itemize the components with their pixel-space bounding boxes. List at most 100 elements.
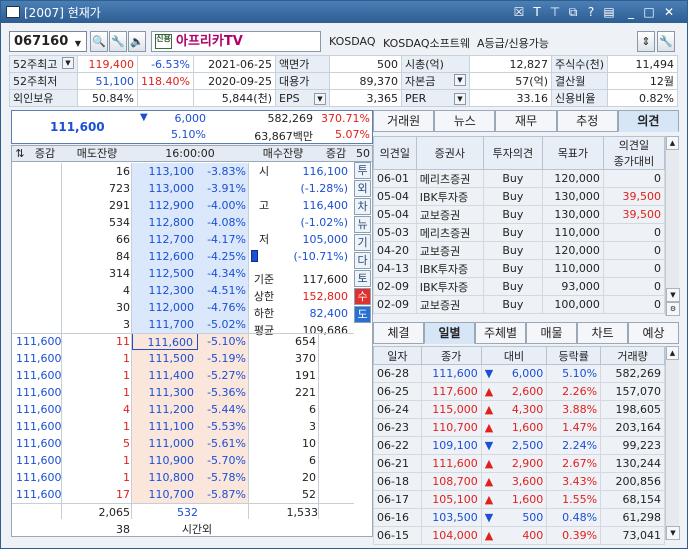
vtab-0[interactable]: 투 xyxy=(354,162,371,179)
vtab-2[interactable]: 차 xyxy=(354,198,371,215)
ask-price[interactable]: 112,300 xyxy=(132,282,198,299)
ask-price[interactable]: 111,700 xyxy=(132,316,198,333)
opinion-cell: 메리츠증권 xyxy=(415,169,484,188)
ask-price[interactable]: 113,000 xyxy=(132,180,198,197)
settings-wrench-icon[interactable]: 🔧 xyxy=(657,31,675,52)
daily-change: ▲ 3,600 xyxy=(480,472,548,491)
tab-daily-1[interactable]: 일별 xyxy=(424,322,475,344)
vtab-5[interactable]: 다 xyxy=(354,252,371,269)
search-icon[interactable]: 🔍 xyxy=(90,31,108,52)
bid-qty: 6 xyxy=(309,403,316,416)
scroll-up-icon[interactable]: ▲ xyxy=(666,346,679,360)
opinion-row[interactable]: 04-13 IBK투자증 Buy 110,000 0 xyxy=(373,259,666,278)
dropdown-icon[interactable]: ▼ xyxy=(454,74,466,86)
bid-price[interactable]: 110,700 xyxy=(132,486,198,503)
tab-daily-2[interactable]: 주체별 xyxy=(475,322,526,344)
bid-price[interactable]: 111,000 xyxy=(132,435,198,452)
tab-opinion-4[interactable]: 의견 xyxy=(617,110,680,132)
ask-price[interactable]: 112,000 xyxy=(132,299,198,316)
ask-price[interactable]: 112,500 xyxy=(132,265,198,282)
dropdown-icon[interactable]: ▼ xyxy=(454,92,466,105)
tab-opinion-2[interactable]: 재무 xyxy=(495,110,557,132)
bid-price[interactable]: 111,100 xyxy=(132,418,198,435)
ask-price[interactable]: 112,700 xyxy=(132,231,198,248)
wrench-icon[interactable]: 🔧 xyxy=(109,31,127,52)
daily-row[interactable]: 06-18 108,700 ▲ 3,600 3.43% 200,856 xyxy=(373,472,665,491)
bid-price[interactable]: 111,200 xyxy=(132,401,198,418)
dropdown-icon[interactable]: ▼ xyxy=(62,57,74,69)
daily-row[interactable]: 06-24 115,000 ▲ 4,300 3.88% 198,605 xyxy=(373,400,665,419)
tab-daily-5[interactable]: 예상 xyxy=(628,322,679,344)
bid-price[interactable]: 110,800 xyxy=(132,469,198,486)
daily-close: 111,600 xyxy=(420,364,482,383)
minimize-icon[interactable]: _ xyxy=(623,4,639,20)
text-icon[interactable]: T xyxy=(529,4,545,20)
opinion-row[interactable]: 05-04 교보증권 Buy 130,000 39,500 xyxy=(373,205,666,224)
opinion-row[interactable]: 05-04 IBK투자증 Buy 130,000 39,500 xyxy=(373,187,666,206)
tab-daily-0[interactable]: 체결 xyxy=(373,322,424,344)
daily-row[interactable]: 06-22 109,100 ▼ 2,500 2.24% 99,223 xyxy=(373,436,665,455)
volume: 582,269 xyxy=(267,112,314,125)
ask-price[interactable]: 112,600 xyxy=(132,248,198,265)
scroll-down-icon[interactable]: ▼ xyxy=(666,288,680,302)
info-value: 11,494 xyxy=(607,55,678,73)
ask-price[interactable]: 112,900 xyxy=(132,197,198,214)
opinion-scrollbar[interactable]: ▲ ▼ ⚙ xyxy=(665,136,680,316)
close-window-icon[interactable]: ✕ xyxy=(661,4,677,20)
tab-daily-4[interactable]: 차트 xyxy=(577,322,628,344)
bid-price[interactable]: 111,300 xyxy=(132,384,198,401)
opinion-row[interactable]: 02-09 교보증권 Buy 100,000 0 xyxy=(373,295,666,314)
ask-price[interactable]: 113,100 xyxy=(132,163,198,180)
opinion-row[interactable]: 05-03 메리츠증권 Buy 110,000 0 xyxy=(373,223,666,242)
daily-row[interactable]: 06-16 103,500 ▼ 500 0.48% 61,298 xyxy=(373,508,665,527)
daily-row[interactable]: 06-17 105,100 ▲ 1,600 1.55% 68,154 xyxy=(373,490,665,509)
vtab-1[interactable]: 외 xyxy=(354,180,371,197)
daily-volume: 130,244 xyxy=(600,454,665,473)
daily-row[interactable]: 06-23 110,700 ▲ 1,600 1.47% 203,164 xyxy=(373,418,665,437)
opinion-cell: 02-09 xyxy=(373,277,417,296)
daily-row[interactable]: 06-15 104,000 ▲ 400 0.39% 73,041 xyxy=(373,526,665,545)
bid-price[interactable]: 110,900 xyxy=(132,452,198,469)
ask-price[interactable]: 112,800 xyxy=(132,214,198,231)
bid-price[interactable]: 111,500 xyxy=(132,350,198,367)
popout-icon[interactable]: ⧉ xyxy=(565,4,581,20)
tab-opinion-3[interactable]: 추정 xyxy=(556,110,618,132)
scroll-updown-icon[interactable]: ⇕ xyxy=(637,31,655,52)
vtab-6[interactable]: 토 xyxy=(354,270,371,287)
toggle-icon[interactable]: ⇅ xyxy=(12,146,28,162)
maximize-icon[interactable]: □ xyxy=(641,4,657,20)
tab-opinion-1[interactable]: 뉴스 xyxy=(434,110,496,132)
scroll-settings-icon[interactable]: ⚙ xyxy=(666,302,680,316)
help-icon[interactable]: ? xyxy=(583,4,599,20)
daily-scrollbar[interactable]: ▲ ▼ xyxy=(665,346,680,540)
opinion-row[interactable]: 02-09 IBK투자증 Buy 93,000 0 xyxy=(373,277,666,296)
tab-daily-3[interactable]: 매물 xyxy=(526,322,577,344)
divider xyxy=(61,163,62,519)
vtab-8[interactable]: 도 xyxy=(354,306,371,323)
vtab-7[interactable]: 수 xyxy=(354,288,371,305)
dropdown-icon[interactable]: ▼ xyxy=(314,92,326,105)
pin-icon[interactable]: ⊤ xyxy=(547,4,563,20)
scroll-up-icon[interactable]: ▲ xyxy=(666,136,679,150)
bid-price[interactable]: 111,600 xyxy=(132,333,198,350)
header-change: 증감 xyxy=(28,146,62,162)
header-50[interactable]: 50 xyxy=(354,146,372,162)
bid-rate: -5.19% xyxy=(198,350,248,367)
scroll-down-icon[interactable]: ▼ xyxy=(666,526,680,540)
daily-row[interactable]: 06-28 111,600 ▼ 6,000 5.10% 582,269 xyxy=(373,364,665,383)
daily-row[interactable]: 06-25 117,600 ▲ 2,600 2.26% 157,070 xyxy=(373,382,665,401)
list-icon[interactable]: ▤ xyxy=(601,4,617,20)
opinion-row[interactable]: 06-01 메리츠증권 Buy 120,000 0 xyxy=(373,169,666,188)
vtab-3[interactable]: 뉴 xyxy=(354,216,371,233)
tab-opinion-0[interactable]: 거래원 xyxy=(373,110,435,132)
daily-row[interactable]: 06-21 111,600 ▲ 2,900 2.67% 130,244 xyxy=(373,454,665,473)
opinion-header: 투자의견 xyxy=(482,136,543,170)
code-dropdown-icon[interactable]: ▼ xyxy=(71,34,85,49)
opinion-row[interactable]: 04-20 교보증권 Buy 120,000 0 xyxy=(373,241,666,260)
bid-change: 17 xyxy=(116,488,130,501)
close-icon[interactable]: ☒ xyxy=(511,4,527,20)
vtab-4[interactable]: 기 xyxy=(354,234,371,251)
bid-price[interactable]: 111,400 xyxy=(132,367,198,384)
volume-ratio: 370.71% xyxy=(321,112,370,125)
speaker-icon[interactable]: 🔈 xyxy=(128,31,146,52)
